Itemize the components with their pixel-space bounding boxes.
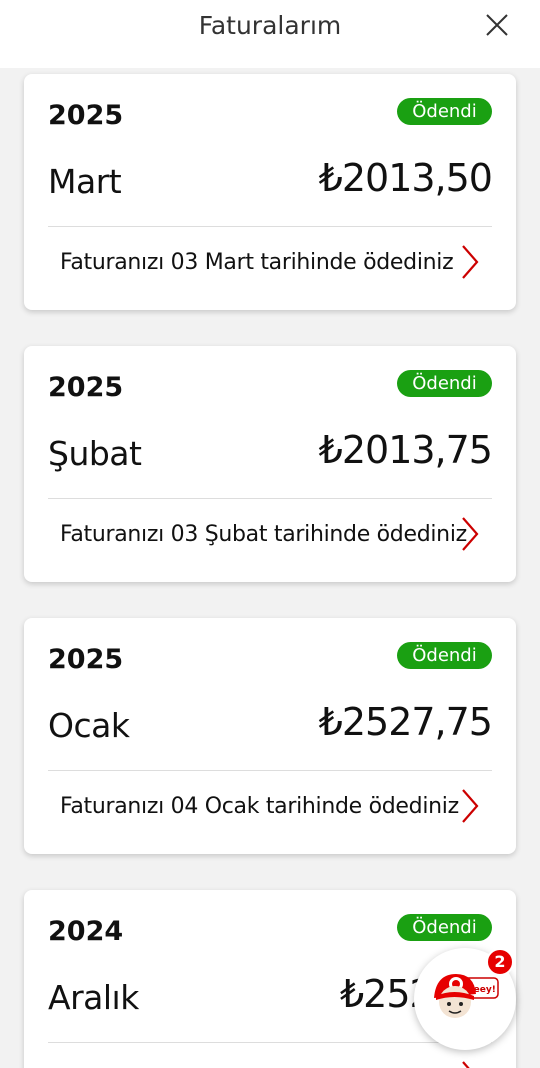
- bill-year: 2024: [48, 916, 124, 947]
- bill-month: Mart: [48, 162, 122, 201]
- bill-amount: ₺2013,50: [318, 156, 493, 200]
- bill-card[interactable]: 2025 Ödendi Ocak ₺2527,75 Faturanızı 04 …: [24, 618, 516, 854]
- status-badge: Ödendi: [397, 98, 492, 125]
- bill-card[interactable]: 2025 Ödendi Mart ₺2013,50 Faturanızı 03 …: [24, 74, 516, 310]
- payment-note: Faturanızı 03 Şubat tarihinde ödediniz: [60, 522, 467, 547]
- notification-badge: 2: [486, 948, 514, 976]
- bill-month: Aralık: [48, 978, 139, 1017]
- app-header: Faturalarım: [0, 0, 540, 68]
- bill-amount: ₺2013,75: [318, 428, 493, 472]
- bill-card[interactable]: 2025 Ödendi Şubat ₺2013,75 Faturanızı 03…: [24, 346, 516, 582]
- payment-note: Faturanızı 03 Mart tarihinde ödediniz: [60, 250, 454, 275]
- chevron-right-icon[interactable]: [460, 516, 480, 552]
- divider: [48, 770, 492, 771]
- bill-month: Ocak: [48, 706, 130, 745]
- chevron-right-icon[interactable]: [460, 244, 480, 280]
- bill-amount: ₺2527,75: [318, 700, 493, 744]
- bill-year: 2025: [48, 372, 124, 403]
- chevron-right-icon[interactable]: [460, 1060, 480, 1068]
- divider: [48, 226, 492, 227]
- status-badge: Ödendi: [397, 914, 492, 941]
- bill-year: 2025: [48, 644, 124, 675]
- divider: [48, 498, 492, 499]
- status-badge: Ödendi: [397, 370, 492, 397]
- close-icon[interactable]: [482, 10, 512, 40]
- bill-month: Şubat: [48, 434, 142, 473]
- payment-note: Faturanızı 04 Ocak tarihinde ödediniz: [60, 794, 459, 819]
- page-title: Faturalarım: [198, 11, 342, 40]
- bill-year: 2025: [48, 100, 124, 131]
- chevron-right-icon[interactable]: [460, 788, 480, 824]
- status-badge: Ödendi: [397, 642, 492, 669]
